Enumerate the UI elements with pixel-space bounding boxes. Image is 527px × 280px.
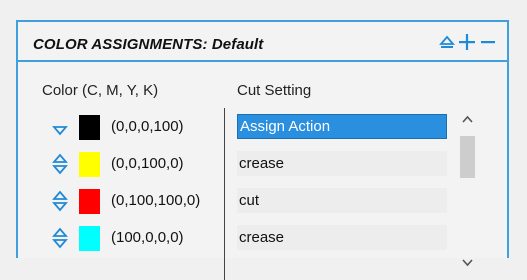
move-up-down-icon[interactable] (52, 189, 68, 218)
vertical-scrollbar[interactable] (458, 110, 477, 280)
cmyk-value: (0,0,100,0) (111, 155, 184, 172)
chevron-up-icon[interactable] (460, 112, 475, 127)
cut-setting-field[interactable]: crease (237, 225, 447, 250)
eject-icon[interactable] (439, 34, 455, 50)
color-row: (0,0,100,0) crease (18, 148, 507, 180)
move-down-icon[interactable] (52, 115, 68, 144)
cmyk-value: (100,0,0,0) (111, 229, 184, 246)
plus-icon[interactable] (457, 32, 477, 52)
cut-setting-column-header: Cut Setting (237, 82, 312, 99)
move-up-down-icon[interactable] (52, 226, 68, 255)
color-swatch (79, 189, 100, 214)
chevron-down-icon[interactable] (460, 255, 475, 270)
color-swatch (79, 115, 100, 140)
color-row: (100,0,0,0) crease (18, 222, 507, 254)
cut-setting-field[interactable]: crease (237, 151, 447, 176)
cut-setting-field[interactable]: Assign Action (237, 114, 447, 139)
color-row: (0,0,0,100) Assign Action (18, 111, 507, 143)
cmyk-value: (0,100,100,0) (111, 192, 201, 209)
cut-setting-field[interactable]: cut (237, 188, 447, 213)
color-swatch (79, 152, 100, 177)
move-up-down-icon[interactable] (52, 152, 68, 181)
panel-header: COLOR ASSIGNMENTS: Default (18, 22, 507, 62)
color-row: (0,100,100,0) cut (18, 185, 507, 217)
color-assignments-panel: COLOR ASSIGNMENTS: Default Color (C, M, … (16, 20, 509, 280)
color-swatch (79, 226, 100, 251)
cmyk-value: (0,0,0,100) (111, 118, 184, 135)
panel-title: COLOR ASSIGNMENTS: Default (33, 36, 264, 53)
scrollbar-thumb[interactable] (460, 136, 475, 178)
minus-icon[interactable] (479, 32, 497, 52)
header-icons (439, 30, 497, 54)
color-column-header: Color (C, M, Y, K) (42, 82, 159, 99)
